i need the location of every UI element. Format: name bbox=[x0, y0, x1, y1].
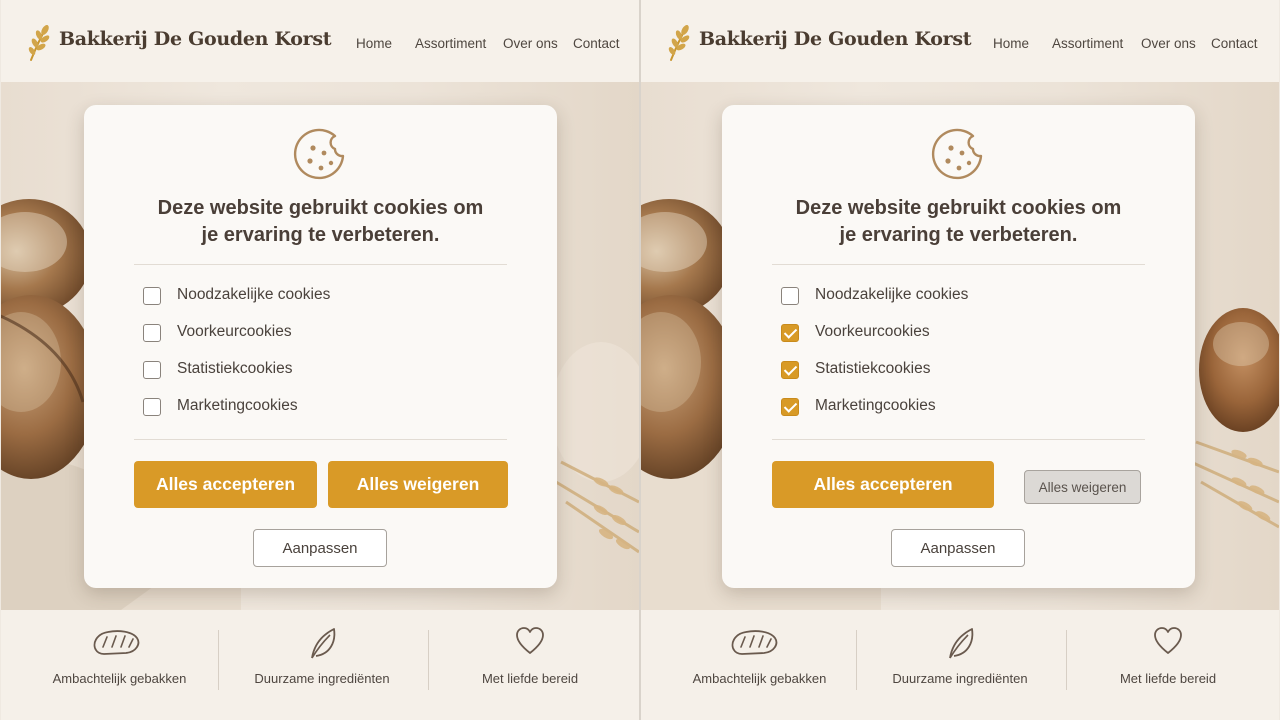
heart-icon bbox=[516, 627, 544, 654]
option-label: Noodzakelijke cookies bbox=[177, 286, 331, 303]
variant-b-page: Bakkerij De Gouden Korst Home Assortimen… bbox=[641, 0, 1279, 720]
option-marketing-cookies[interactable]: Marketingcookies bbox=[781, 396, 1081, 418]
site-header: Bakkerij De Gouden Korst Home Assortimen… bbox=[641, 0, 1279, 82]
leaf-icon bbox=[949, 628, 974, 659]
divider bbox=[134, 264, 507, 265]
nav-assortiment[interactable]: Assortiment bbox=[415, 36, 486, 51]
divider bbox=[134, 439, 507, 440]
separator bbox=[218, 630, 219, 690]
dialog-title-line-1: Deze website gebruikt cookies om bbox=[795, 197, 1122, 219]
cookie-icon bbox=[931, 128, 983, 180]
divider bbox=[772, 264, 1145, 265]
feature-handmade: Ambachtelijk gebakken bbox=[41, 610, 198, 720]
option-necessary-cookies[interactable]: Noodzakelijke cookies bbox=[143, 285, 443, 307]
bread-icon bbox=[93, 630, 140, 655]
dialog-title-line-2: je ervaring te verbeteren. bbox=[201, 224, 440, 246]
separator bbox=[856, 630, 857, 690]
checkbox-statistics[interactable] bbox=[781, 361, 799, 379]
nav-home[interactable]: Home bbox=[356, 36, 392, 51]
brand-name[interactable]: Bakkerij De Gouden Korst bbox=[59, 28, 332, 50]
option-label: Marketingcookies bbox=[177, 397, 298, 414]
bread-icon bbox=[731, 630, 778, 655]
accept-all-button[interactable]: Alles accepteren bbox=[134, 461, 317, 508]
cookie-consent-dialog: Deze website gebruikt cookies om je erva… bbox=[84, 105, 557, 588]
option-preference-cookies[interactable]: Voorkeurcookies bbox=[143, 322, 443, 344]
option-preference-cookies[interactable]: Voorkeurcookies bbox=[781, 322, 1081, 344]
separator bbox=[428, 630, 429, 690]
dialog-title: Deze website gebruikt cookies om je erva… bbox=[104, 195, 537, 249]
checkbox-preference[interactable] bbox=[781, 324, 799, 342]
option-marketing-cookies[interactable]: Marketingcookies bbox=[143, 396, 443, 418]
feature-with-love: Met liefde bereid bbox=[455, 610, 605, 720]
option-label: Statistiekcookies bbox=[815, 360, 931, 377]
feature-label: Ambachtelijk gebakken bbox=[692, 671, 827, 686]
checkbox-statistics[interactable] bbox=[143, 361, 161, 379]
wheat-logo-icon bbox=[668, 25, 690, 61]
site-header: Bakkerij De Gouden Korst Home Assortimen… bbox=[1, 0, 639, 82]
divider bbox=[772, 439, 1145, 440]
dialog-title-line-2: je ervaring te verbeteren. bbox=[839, 224, 1078, 246]
feature-label: Duurzame ingrediënten bbox=[254, 671, 390, 686]
feature-with-love: Met liefde bereid bbox=[1093, 610, 1243, 720]
reject-all-button[interactable]: Alles weigeren bbox=[328, 461, 508, 508]
feature-label: Met liefde bereid bbox=[481, 671, 579, 686]
feature-handmade: Ambachtelijk gebakken bbox=[681, 610, 838, 720]
separator bbox=[1066, 630, 1067, 690]
feature-sustainable: Duurzame ingrediënten bbox=[246, 610, 398, 720]
dialog-title: Deze website gebruikt cookies om je erva… bbox=[742, 195, 1175, 249]
option-label: Voorkeurcookies bbox=[815, 323, 930, 340]
heart-icon bbox=[1154, 627, 1182, 654]
accept-all-button[interactable]: Alles accepteren bbox=[772, 461, 994, 508]
customize-button[interactable]: Aanpassen bbox=[891, 529, 1025, 567]
option-statistics-cookies[interactable]: Statistiekcookies bbox=[143, 359, 443, 381]
leaf-icon bbox=[311, 628, 336, 659]
feature-label: Ambachtelijk gebakken bbox=[52, 671, 187, 686]
checkbox-preference[interactable] bbox=[143, 324, 161, 342]
cookie-consent-dialog: Deze website gebruikt cookies om je erva… bbox=[722, 105, 1195, 588]
nav-contact[interactable]: Contact bbox=[1211, 36, 1258, 51]
cookie-icon bbox=[293, 128, 345, 180]
nav-over-ons[interactable]: Over ons bbox=[503, 36, 558, 51]
nav-over-ons[interactable]: Over ons bbox=[1141, 36, 1196, 51]
option-label: Voorkeurcookies bbox=[177, 323, 292, 340]
checkbox-necessary[interactable] bbox=[781, 287, 799, 305]
checkbox-marketing[interactable] bbox=[143, 398, 161, 416]
option-label: Marketingcookies bbox=[815, 397, 936, 414]
checkbox-necessary[interactable] bbox=[143, 287, 161, 305]
features-bar: Ambachtelijk gebakken Duurzame ingrediën… bbox=[1, 610, 639, 720]
option-label: Noodzakelijke cookies bbox=[815, 286, 969, 303]
reject-all-button[interactable]: Alles weigeren bbox=[1024, 470, 1141, 504]
feature-label: Met liefde bereid bbox=[1119, 671, 1217, 686]
feature-label: Duurzame ingrediënten bbox=[892, 671, 1028, 686]
checkbox-marketing[interactable] bbox=[781, 398, 799, 416]
nav-assortiment[interactable]: Assortiment bbox=[1052, 36, 1123, 51]
features-bar: Ambachtelijk gebakken Duurzame ingrediën… bbox=[641, 610, 1279, 720]
option-necessary-cookies[interactable]: Noodzakelijke cookies bbox=[781, 285, 1081, 307]
nav-contact[interactable]: Contact bbox=[573, 36, 620, 51]
feature-sustainable: Duurzame ingrediënten bbox=[884, 610, 1036, 720]
nav-home[interactable]: Home bbox=[993, 36, 1029, 51]
brand-name[interactable]: Bakkerij De Gouden Korst bbox=[699, 28, 972, 50]
variant-a-page: Bakkerij De Gouden Korst Home Assortimen… bbox=[1, 0, 639, 720]
customize-button[interactable]: Aanpassen bbox=[253, 529, 387, 567]
dialog-title-line-1: Deze website gebruikt cookies om bbox=[157, 197, 484, 219]
option-label: Statistiekcookies bbox=[177, 360, 293, 377]
option-statistics-cookies[interactable]: Statistiekcookies bbox=[781, 359, 1081, 381]
wheat-logo-icon bbox=[28, 25, 50, 61]
